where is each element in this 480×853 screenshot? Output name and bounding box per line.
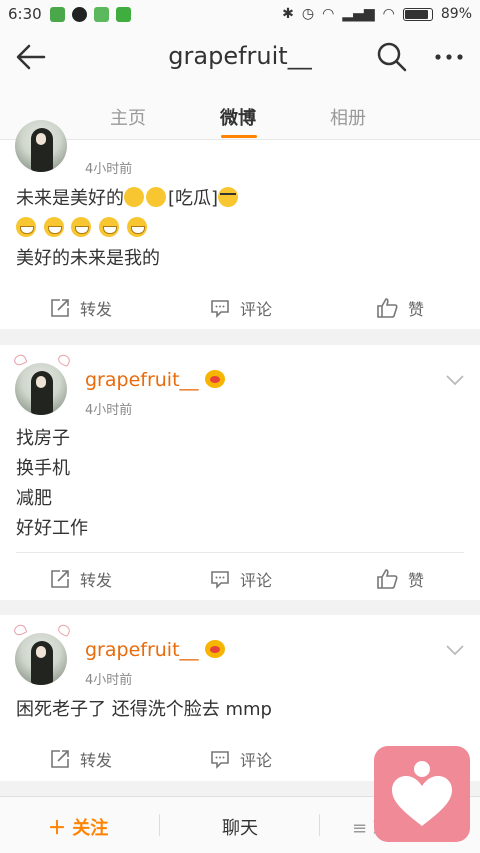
- comment-icon: [211, 751, 229, 769]
- grin-emoji-icon: [16, 217, 36, 237]
- follow-label: 关注: [72, 818, 109, 839]
- search-icon[interactable]: [376, 41, 408, 73]
- post-text-line: [吃瓜]: [168, 188, 219, 209]
- qq-icon: [71, 6, 87, 22]
- repost-label: 转发: [80, 571, 113, 590]
- chevron-down-icon[interactable]: [446, 371, 464, 386]
- avatar[interactable]: [15, 120, 67, 172]
- active-tab-indicator: [221, 135, 257, 138]
- post-text-line: 好好工作: [16, 518, 88, 539]
- post-actions: 转发 评论 赞: [0, 284, 480, 328]
- post-time: 4小时前: [85, 162, 133, 177]
- app-icon-green-bag: [93, 6, 109, 22]
- like-button[interactable]: 赞: [376, 567, 424, 591]
- vip-badge-icon: [204, 370, 225, 388]
- app-icon-green-robot: [115, 6, 131, 22]
- username-text: grapefruit__: [85, 369, 199, 391]
- grin-emoji-icon: [71, 217, 92, 237]
- weibo-post[interactable]: grapefruit__ 4小时前 找房子 换手机 减肥 好好工作 转发 评论 …: [0, 345, 480, 600]
- weibo-post[interactable]: 4小时前 未来是美好的 [吃瓜] 美好的未来是我的 转发 评论 赞: [0, 120, 480, 329]
- post-actions: 转发 评论 赞: [0, 555, 480, 599]
- chevron-down-icon[interactable]: [446, 641, 464, 656]
- username[interactable]: grapefruit__: [85, 369, 225, 391]
- plus-icon: ＋: [48, 818, 66, 839]
- grin-emoji-icon: [99, 217, 120, 237]
- repost-label: 转发: [80, 751, 113, 770]
- post-text-line: 困死老子了 还得洗个脸去 mmp: [16, 699, 272, 720]
- shocked-emoji-icon: [124, 187, 144, 207]
- comment-button[interactable]: 评论: [210, 296, 272, 320]
- comment-icon: [211, 300, 229, 318]
- comment-label: 评论: [240, 751, 273, 770]
- status-bar: 6:30 ✱ ◷ ◠ ▂▄▆ ◠ 89%: [0, 0, 480, 28]
- top-app-bar: grapefruit__: [0, 28, 480, 86]
- post-content: 未来是美好的 [吃瓜] 美好的未来是我的: [16, 184, 240, 274]
- post-content: 困死老子了 还得洗个脸去 mmp: [16, 695, 272, 725]
- alarm-icon: ◷: [301, 6, 315, 22]
- repost-button[interactable]: 转发: [50, 296, 112, 320]
- post-text-line: 换手机: [16, 458, 70, 479]
- post-text-line: 找房子: [16, 428, 70, 449]
- divider: [319, 814, 320, 836]
- battery-percent: 89%: [440, 6, 472, 22]
- post-time: 4小时前: [85, 673, 133, 688]
- thumbs-up-icon: [377, 569, 398, 589]
- post-text-line: 减肥: [16, 488, 52, 509]
- repost-icon: [51, 570, 69, 588]
- rainbow-icon: ◠: [382, 6, 395, 22]
- vip-badge-icon: [204, 640, 225, 658]
- heart-person-icon: [392, 761, 452, 826]
- comment-icon: [211, 571, 229, 589]
- tab-weibo[interactable]: 微博: [220, 104, 256, 130]
- scared-emoji-icon: [146, 187, 166, 207]
- post-content: 找房子 换手机 减肥 好好工作: [16, 424, 88, 544]
- bluetooth-icon: ✱: [282, 6, 294, 22]
- repost-button[interactable]: 转发: [50, 747, 112, 771]
- repost-label: 转发: [80, 300, 113, 319]
- avatar[interactable]: [15, 363, 67, 415]
- repost-icon: [51, 299, 69, 317]
- repost-icon: [51, 750, 69, 768]
- floating-heart-widget[interactable]: [374, 746, 470, 842]
- post-text-line: 美好的未来是我的: [16, 248, 160, 269]
- signal-icon: ▂▄▆: [342, 6, 375, 22]
- comment-button[interactable]: 评论: [210, 567, 272, 591]
- username-text: grapefruit__: [85, 639, 199, 661]
- profile-tabs: 主页 微博 相册: [0, 86, 480, 140]
- thumbs-up-icon: [377, 298, 398, 318]
- like-label: 赞: [408, 571, 425, 590]
- tab-home[interactable]: 主页: [110, 104, 146, 130]
- divider: [16, 552, 464, 553]
- chat-button[interactable]: 聊天: [222, 814, 258, 840]
- page-title: grapefruit__: [168, 42, 312, 70]
- repost-button[interactable]: 转发: [50, 567, 112, 591]
- wifi-icon: ◠: [322, 6, 335, 22]
- comment-button[interactable]: 评论: [210, 747, 272, 771]
- battery-fill: [404, 9, 428, 19]
- follow-button[interactable]: ＋ 关注: [48, 814, 108, 840]
- like-button[interactable]: 赞: [376, 296, 424, 320]
- grin-emoji-icon: [126, 217, 147, 237]
- grin-emoji-icon: [43, 217, 64, 237]
- username[interactable]: grapefruit__: [85, 639, 225, 661]
- avatar[interactable]: [15, 633, 67, 685]
- post-text-line: 未来是美好的: [16, 188, 124, 209]
- status-time: 6:30: [8, 5, 42, 23]
- battery-icon: [402, 7, 433, 21]
- tab-album[interactable]: 相册: [330, 104, 366, 130]
- comment-label: 评论: [240, 571, 273, 590]
- like-label: 赞: [408, 300, 425, 319]
- post-time: 4小时前: [85, 403, 133, 418]
- nerd-emoji-icon: [218, 187, 239, 207]
- divider: [159, 814, 160, 836]
- comment-label: 评论: [240, 300, 273, 319]
- more-icon[interactable]: [432, 42, 466, 72]
- app-icon-green-gear: [49, 6, 65, 22]
